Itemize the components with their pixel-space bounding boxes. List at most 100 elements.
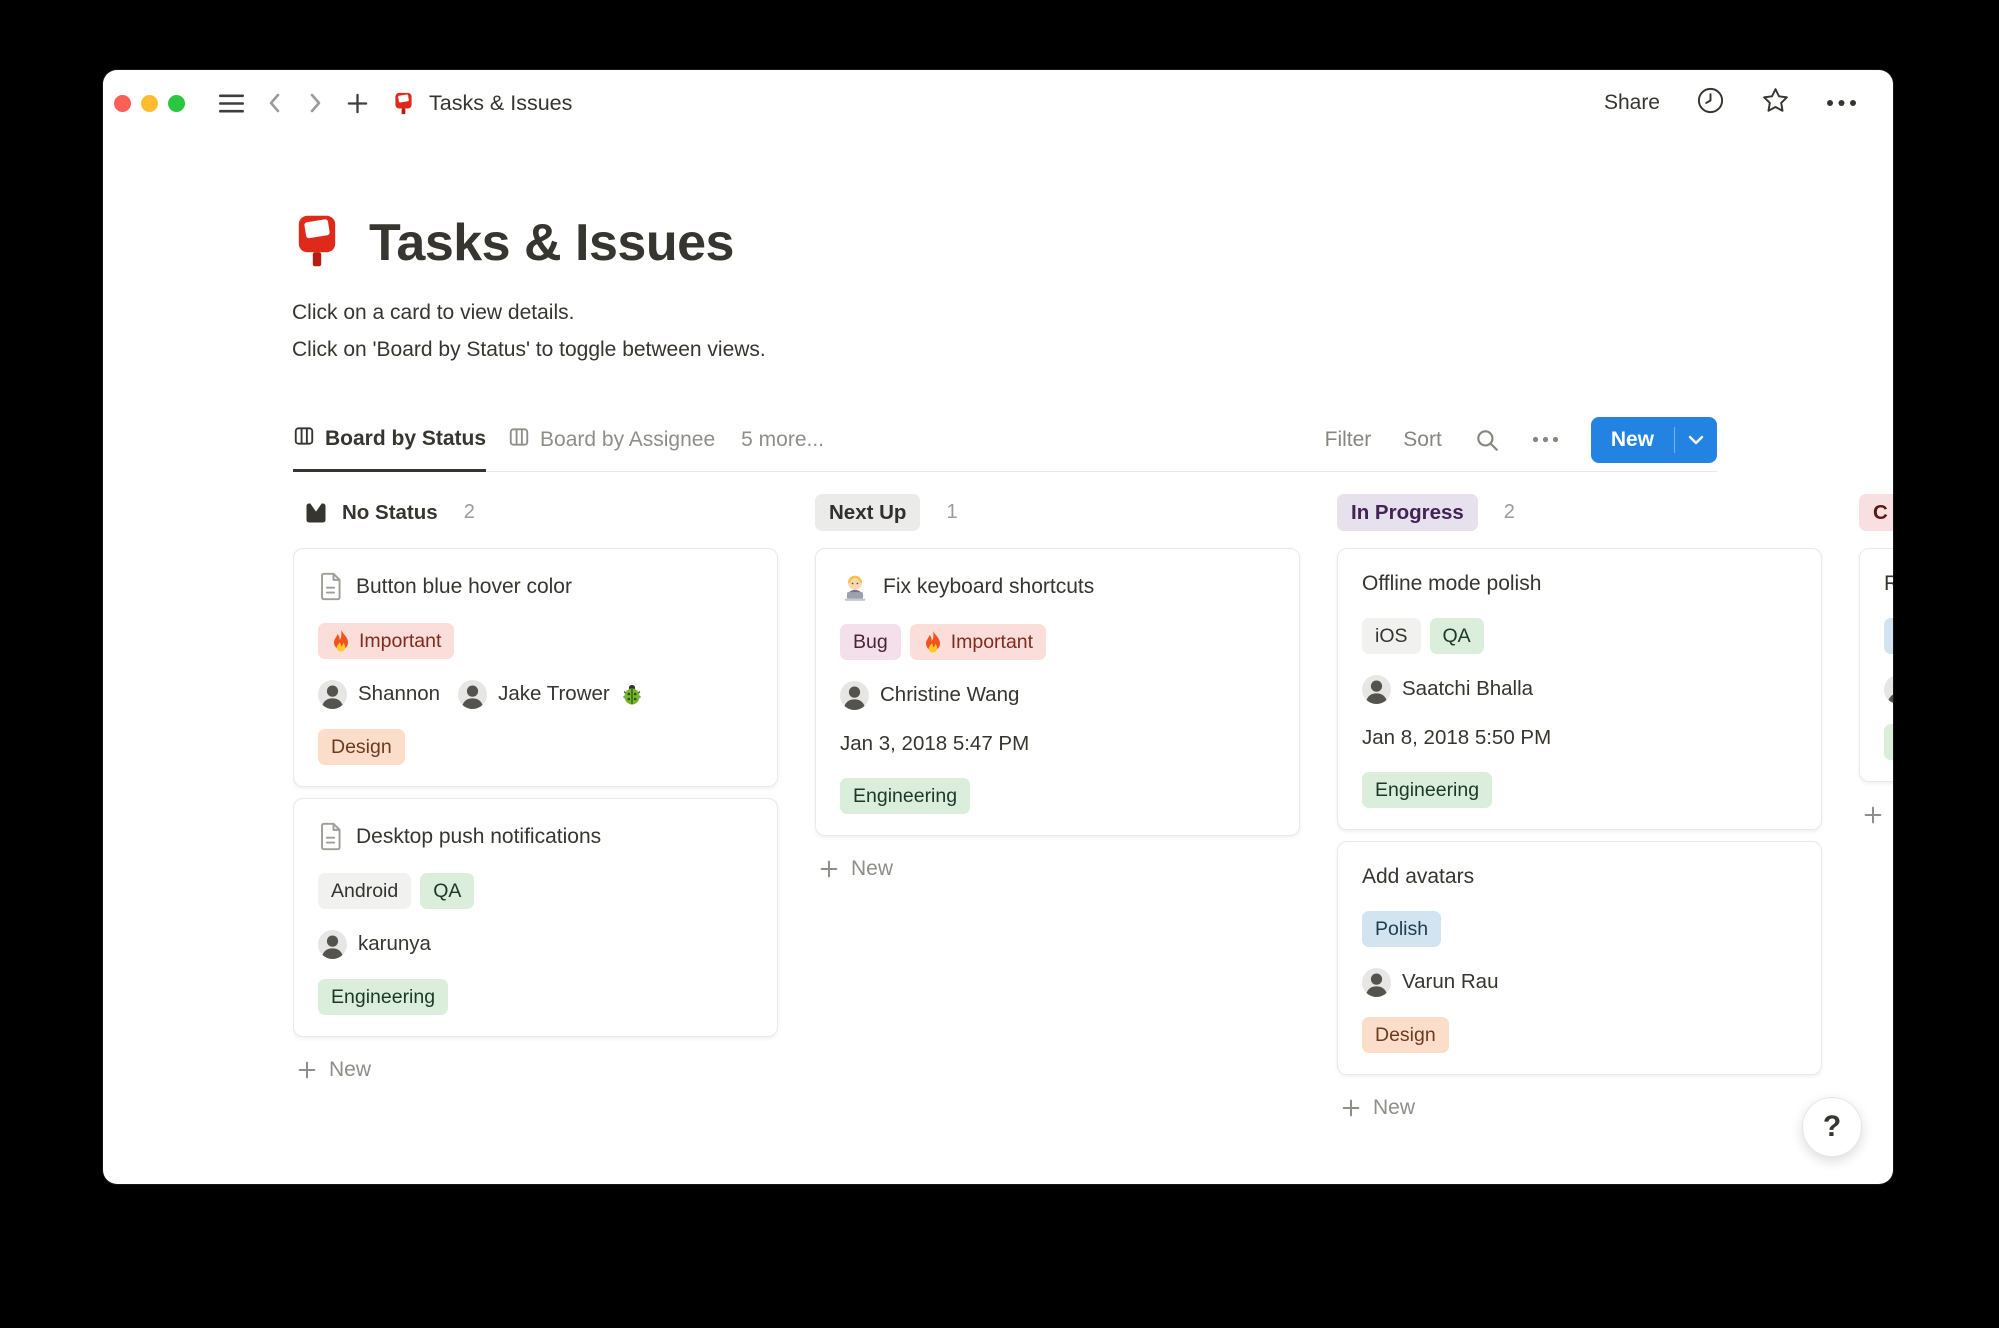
back-icon[interactable] [266, 91, 284, 115]
tag: Engineering [840, 778, 971, 814]
help-button[interactable]: ? [1802, 1097, 1862, 1157]
tag-row: Engineering [840, 778, 1275, 814]
avatar [318, 679, 347, 709]
add-card-label: New [1373, 1096, 1416, 1119]
avatar [1362, 967, 1391, 997]
assignee: Varun Rau [1362, 967, 1498, 997]
close-window-button[interactable] [114, 94, 131, 112]
column-count: 2 [463, 501, 475, 523]
page-title: Tasks & Issues [369, 214, 734, 272]
assignee: Jake Trower [458, 679, 643, 709]
card[interactable]: Button blue hover color Important Shannon J… [293, 548, 778, 787]
forward-icon[interactable] [306, 91, 324, 115]
card[interactable]: Offline mode polish iOS QA Saatchi Bhalla Ja… [1337, 548, 1822, 830]
mailbox-page-icon[interactable] [289, 213, 345, 274]
view-more-icon[interactable] [1532, 436, 1559, 443]
avatar [458, 679, 488, 709]
tag-label: Engineering [853, 784, 958, 807]
tag-label: QA [433, 879, 462, 902]
tab-label: Board by Assignee [540, 427, 716, 451]
tag-row: iOS QA [1362, 618, 1797, 654]
zoom-window-button[interactable] [168, 94, 185, 112]
add-card-button[interactable]: New [1337, 1091, 1822, 1125]
plus-icon [1862, 804, 1884, 826]
tag: Design [318, 729, 405, 765]
tag: Engineering [1362, 772, 1493, 808]
card[interactable]: Fix keyboard shortcuts Bug Important Christ… [815, 548, 1300, 836]
new-button-label: New [1610, 427, 1654, 451]
tag-row: Important [318, 623, 753, 659]
card-title-row: Button blue hover color [318, 572, 753, 601]
favorite-star-icon[interactable] [1761, 86, 1790, 120]
card[interactable]: Desktop push notifications Android QA karun… [293, 798, 778, 1037]
assignee-row: Varun Rau [1362, 967, 1797, 997]
plus-icon [818, 858, 840, 880]
page-header: Tasks & Issues [289, 210, 734, 276]
date-value: Jan 3, 2018 5:47 PM [840, 732, 1030, 755]
board-column-no-status: No Status 2 Button blue hover color Importa… [293, 494, 778, 1184]
card[interactable]: RP E [1859, 548, 1893, 782]
column-header: In Progress 2 [1337, 494, 1822, 531]
avatar [840, 680, 869, 710]
share-button[interactable]: Share [1604, 91, 1660, 115]
history-clock-icon[interactable] [1696, 86, 1725, 120]
add-card-label: New [329, 1058, 372, 1081]
tag-row: Bug Important [840, 624, 1275, 660]
sort-button[interactable]: Sort [1403, 428, 1442, 452]
card-title-row: R [1884, 572, 1893, 596]
sidebar-menu-icon[interactable] [219, 94, 244, 113]
board-column-next-up: Next Up 1 Fix keyboard shortcuts Bug Importa… [815, 494, 1300, 1184]
tag-row: Design [318, 729, 753, 765]
chevron-down-icon[interactable] [1675, 435, 1717, 445]
date-value: Jan 8, 2018 5:50 PM [1362, 726, 1552, 749]
tab-board-by-status[interactable]: Board by Status [293, 408, 487, 472]
board-view-icon [293, 425, 315, 453]
card-title-row: Offline mode polish [1362, 572, 1797, 596]
more-views-button[interactable]: 5 more... [741, 408, 824, 471]
avatar [1362, 674, 1391, 704]
plus-icon [1340, 1097, 1362, 1119]
view-toolbar: Board by Status Board by Assignee 5 more… [293, 408, 1717, 472]
search-icon[interactable] [1474, 427, 1500, 453]
tab-board-by-assignee[interactable]: Board by Assignee [508, 408, 715, 471]
tag: Bug [840, 624, 901, 660]
card-title-text: Offline mode polish [1362, 572, 1542, 595]
add-card-button[interactable]: New [815, 852, 1300, 886]
inbox-icon [304, 501, 328, 525]
tag: Engineering [318, 979, 449, 1015]
card-title-row: Desktop push notifications [318, 822, 753, 851]
assignee-row: Saatchi Bhalla [1362, 674, 1797, 704]
tag-row: Design [1362, 1017, 1797, 1053]
tag: QA [1429, 618, 1484, 654]
card-title-row: Fix keyboard shortcuts [840, 572, 1275, 602]
traffic-lights [114, 94, 195, 112]
assignee-name: Christine Wang [880, 683, 1020, 706]
minimize-window-button[interactable] [141, 94, 158, 112]
column-title-pill[interactable]: C [1859, 494, 1893, 531]
filter-button[interactable]: Filter [1325, 428, 1372, 452]
assignee: karunya [318, 929, 431, 959]
new-tab-plus-icon[interactable] [346, 92, 369, 115]
page-description: Click on a card to view details. Click o… [292, 294, 766, 368]
add-card-button[interactable]: New [1859, 798, 1893, 832]
tag-label: Polish [1375, 917, 1429, 940]
assignee-name: Shannon [358, 682, 441, 705]
tag-row: Android QA [318, 873, 753, 909]
card-title-text: Add avatars [1362, 865, 1475, 888]
tag: E [1884, 724, 1893, 760]
assignee: Christine Wang [840, 680, 1020, 710]
column-title-pill[interactable]: In Progress [1337, 494, 1478, 531]
column-title-pill[interactable]: Next Up [815, 494, 921, 531]
column-header: No Status 2 [293, 494, 778, 531]
page-icon [318, 572, 343, 601]
tag: Android [318, 873, 412, 909]
more-options-icon[interactable] [1826, 94, 1857, 112]
tag: iOS [1362, 618, 1421, 654]
card[interactable]: Add avatars Polish Varun Rau Design [1337, 841, 1822, 1075]
column-count: 1 [946, 501, 958, 523]
add-card-button[interactable]: New [293, 1053, 778, 1087]
card-title-row: Add avatars [1362, 865, 1797, 889]
assignee-name: Saatchi Bhalla [1402, 677, 1534, 700]
new-button[interactable]: New [1590, 416, 1717, 463]
tag: P [1884, 618, 1893, 654]
